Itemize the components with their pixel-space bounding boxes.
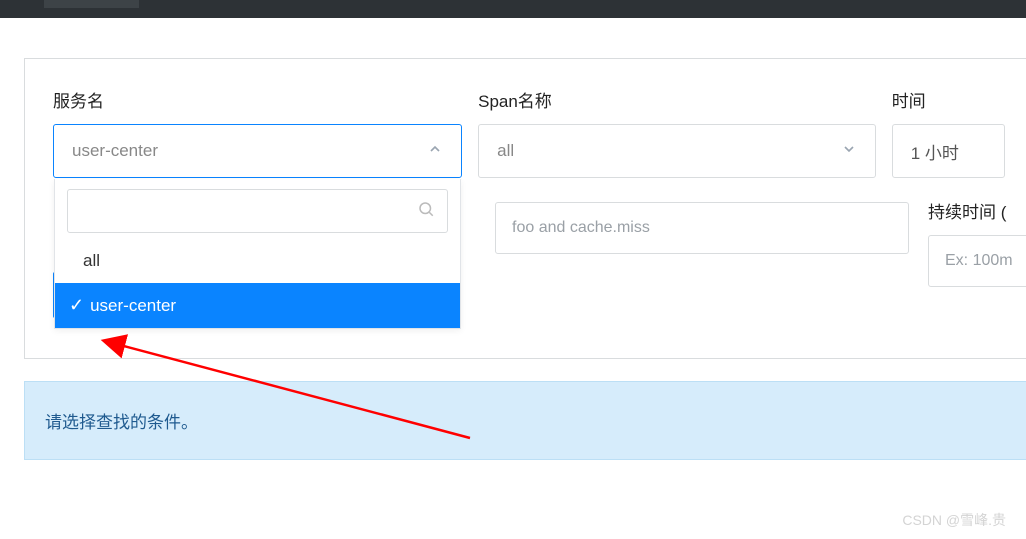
span-select-value: all xyxy=(497,141,841,161)
field-duration: 持续时间 ( Ex: 100m xyxy=(928,198,1026,287)
label-time: 时间 xyxy=(892,87,1005,112)
annotation-placeholder-text: foo and cache.miss xyxy=(512,219,650,237)
chevron-up-icon xyxy=(427,141,443,162)
field-span: Span名称 all xyxy=(478,87,876,178)
dropdown-search[interactable] xyxy=(67,189,448,233)
dropdown-option-all[interactable]: all xyxy=(55,239,460,283)
span-select[interactable]: all xyxy=(478,124,876,178)
label-span: Span名称 xyxy=(478,87,876,112)
search-panel: 服务名 user-center all ✓ user xyxy=(24,58,1026,359)
watermark: CSDN @雪峰.贵 xyxy=(902,510,1006,530)
field-time: 时间 1 小时 xyxy=(892,87,1005,178)
notice-banner: 请选择查找的条件。 xyxy=(24,381,1026,460)
time-select-value: 1 小时 xyxy=(911,139,986,164)
dropdown-option-user-center[interactable]: ✓ user-center xyxy=(55,283,460,328)
time-select[interactable]: 1 小时 xyxy=(892,124,1005,178)
duration-input-wrapper[interactable]: Ex: 100m xyxy=(928,235,1026,287)
service-dropdown: all ✓ user-center xyxy=(54,179,461,329)
top-bar xyxy=(0,0,1026,18)
duration-placeholder: Ex: 100m xyxy=(945,252,1013,270)
service-select[interactable]: user-center all ✓ user-center xyxy=(53,124,462,178)
annotation-input-wrapper[interactable]: foo and cache.miss xyxy=(495,202,909,254)
search-icon xyxy=(417,200,435,223)
label-service: 服务名 xyxy=(53,87,462,112)
field-service: 服务名 user-center all ✓ user xyxy=(53,87,462,178)
active-tab-indicator xyxy=(44,0,139,8)
dropdown-option-label: user-center xyxy=(90,296,176,316)
dropdown-search-input[interactable] xyxy=(80,190,417,232)
check-icon: ✓ xyxy=(69,295,84,316)
chevron-down-icon xyxy=(841,141,857,162)
service-select-value: user-center xyxy=(72,141,427,161)
label-duration: 持续时间 ( xyxy=(928,198,1026,223)
